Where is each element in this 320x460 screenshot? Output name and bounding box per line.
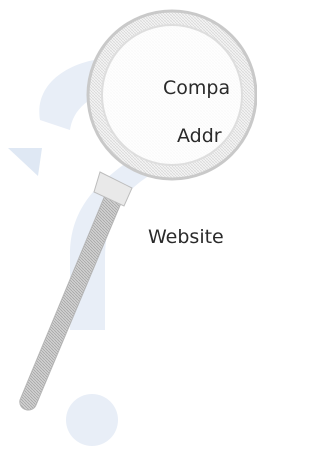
website-label: Website	[148, 226, 224, 248]
contact-card: Compa Addr Website	[0, 0, 257, 460]
address-label: Addr	[177, 125, 222, 147]
magnifying-glass-icon	[19, 9, 257, 411]
company-label: Compa	[163, 77, 231, 99]
